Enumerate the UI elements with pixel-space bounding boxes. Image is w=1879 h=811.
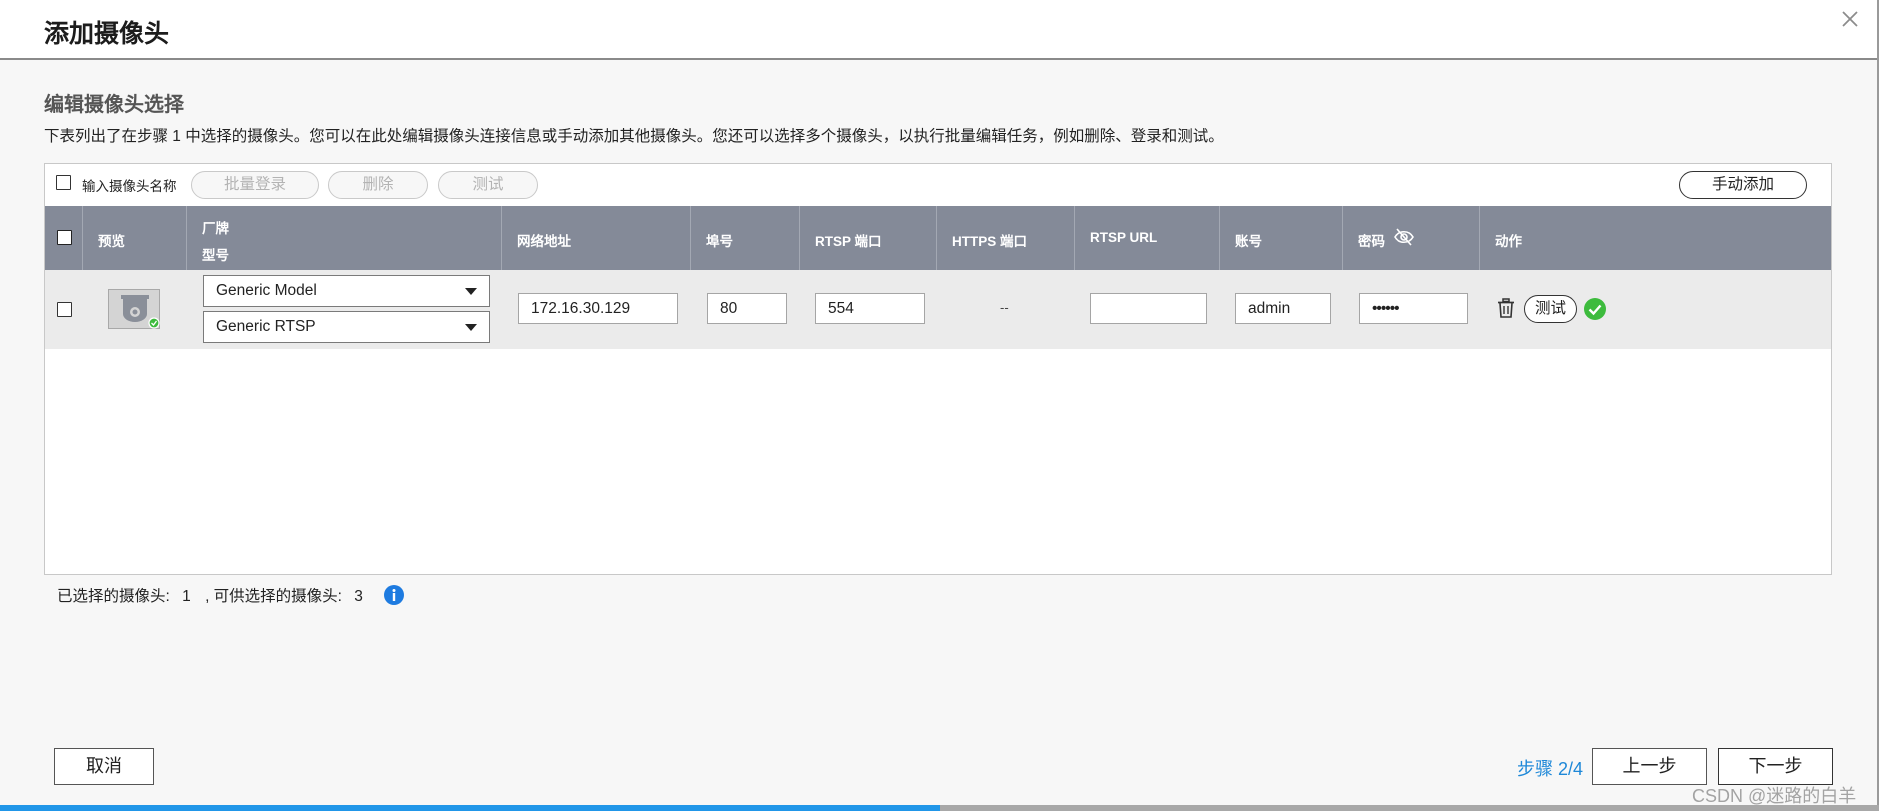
progress-bar bbox=[0, 805, 1879, 811]
check-circle-icon bbox=[1584, 298, 1606, 320]
https-port-value: -- bbox=[1000, 300, 1009, 315]
rtsp-port-input[interactable]: 554 bbox=[815, 293, 925, 324]
camera-table: 输入摄像头名称 批量登录 删除 测试 手动添加 预览 厂牌 型号 网络地址 埠号… bbox=[44, 163, 1832, 575]
test-button[interactable]: 测试 bbox=[438, 171, 538, 199]
dialog-header: 添加摄像头 bbox=[0, 0, 1877, 60]
ip-address-input[interactable]: 172.16.30.129 bbox=[518, 293, 678, 324]
header-rtsp-port: RTSP 端口 bbox=[799, 206, 936, 270]
section-title: 编辑摄像头选择 bbox=[44, 94, 184, 116]
header-preview: 预览 bbox=[82, 206, 186, 270]
eye-slash-icon[interactable] bbox=[1393, 227, 1415, 247]
header-rtsp-url: RTSP URL bbox=[1074, 206, 1219, 270]
header-port: 埠号 bbox=[690, 206, 799, 270]
next-step-button[interactable]: 下一步 bbox=[1718, 748, 1833, 785]
info-icon[interactable] bbox=[383, 584, 405, 606]
brand-select[interactable]: Generic Model bbox=[203, 275, 490, 307]
select-by-name-label: 输入摄像头名称 bbox=[82, 179, 177, 194]
header-brand-model: 厂牌 型号 bbox=[186, 206, 501, 270]
step-indicator: 步骤 2/4 bbox=[1517, 759, 1584, 779]
cancel-button[interactable]: 取消 bbox=[54, 748, 154, 785]
port-input[interactable]: 80 bbox=[707, 293, 787, 324]
header-brand: 厂牌 bbox=[202, 221, 229, 236]
available-label: , 可供选择的摄像头: bbox=[205, 588, 342, 605]
table-row: Generic Model Generic RTSP 172.16.30.129… bbox=[45, 270, 1831, 349]
dialog-title: 添加摄像头 bbox=[44, 20, 170, 48]
chevron-down-icon bbox=[465, 324, 477, 331]
section-description: 下表列出了在步骤 1 中选择的摄像头。您可以在此处编辑摄像头连接信息或手动添加其… bbox=[44, 128, 1224, 145]
table-header: 预览 厂牌 型号 网络地址 埠号 RTSP 端口 HTTPS 端口 RTSP U… bbox=[45, 206, 1831, 270]
header-network-address: 网络地址 bbox=[501, 206, 690, 270]
header-https-port: HTTPS 端口 bbox=[936, 206, 1074, 270]
select-all-checkbox[interactable] bbox=[57, 230, 72, 245]
header-model: 型号 bbox=[202, 248, 229, 263]
password-input[interactable]: •••••• bbox=[1359, 293, 1468, 324]
header-select-cell bbox=[45, 206, 82, 270]
select-by-name-checkbox[interactable] bbox=[56, 175, 71, 190]
header-account: 账号 bbox=[1219, 206, 1342, 270]
camera-preview bbox=[108, 289, 160, 329]
chevron-down-icon bbox=[465, 288, 477, 295]
rtsp-url-input[interactable] bbox=[1090, 293, 1207, 324]
header-password: 密码 bbox=[1342, 206, 1479, 270]
manual-add-button[interactable]: 手动添加 bbox=[1679, 171, 1807, 199]
table-toolbar: 输入摄像头名称 批量登录 删除 测试 手动添加 bbox=[45, 164, 1831, 206]
account-input[interactable]: admin bbox=[1235, 293, 1331, 324]
selected-count: 1 bbox=[182, 588, 191, 605]
model-select[interactable]: Generic RTSP bbox=[203, 311, 490, 343]
selection-summary: 已选择的摄像头: 1 , 可供选择的摄像头: 3 bbox=[57, 584, 363, 606]
selected-label: 已选择的摄像头: bbox=[57, 588, 170, 605]
close-icon[interactable] bbox=[1837, 6, 1863, 32]
previous-step-button[interactable]: 上一步 bbox=[1592, 748, 1707, 785]
delete-button[interactable]: 删除 bbox=[328, 171, 428, 199]
camera-icon bbox=[121, 295, 160, 329]
trash-icon[interactable] bbox=[1497, 298, 1515, 319]
progress-fill bbox=[0, 805, 940, 811]
header-action: 动作 bbox=[1479, 206, 1833, 270]
batch-login-button[interactable]: 批量登录 bbox=[191, 171, 319, 199]
row-select-checkbox[interactable] bbox=[57, 302, 72, 317]
row-test-button[interactable]: 测试 bbox=[1524, 295, 1577, 323]
add-camera-dialog: 添加摄像头 编辑摄像头选择 下表列出了在步骤 1 中选择的摄像头。您可以在此处编… bbox=[0, 0, 1879, 811]
available-count: 3 bbox=[354, 588, 363, 605]
